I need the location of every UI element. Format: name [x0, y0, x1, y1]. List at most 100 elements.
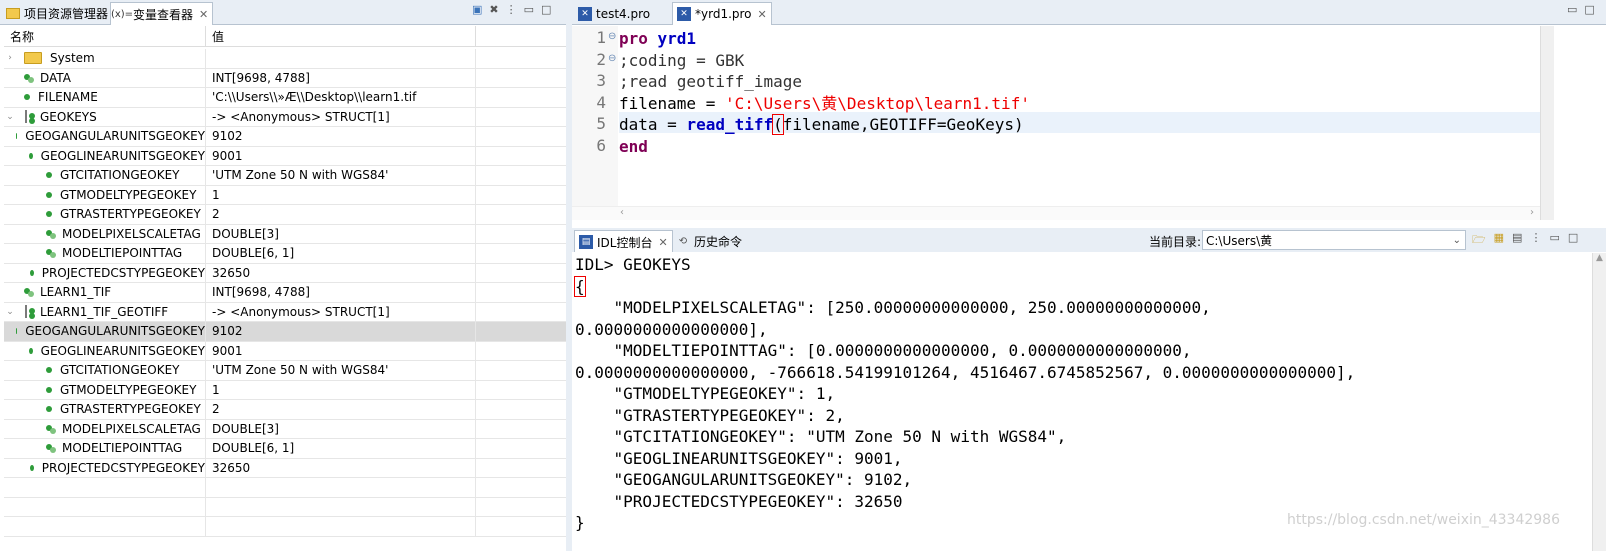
console-text: "GEOGLINEARUNITSGEOKEY": 9001,: [575, 448, 903, 468]
table-row[interactable]: GTMODELTYPEGEOKEY 1: [4, 380, 566, 400]
scroll-right-icon[interactable]: ›: [1530, 207, 1534, 218]
expand-toggle-icon[interactable]: ›: [4, 53, 16, 63]
array-icon: [24, 287, 36, 298]
code-line[interactable]: pro yrd1: [619, 28, 696, 49]
cwd-label: 当前目录:: [1149, 235, 1202, 249]
close-icon[interactable]: ✕: [199, 8, 208, 21]
variable-value: DOUBLE[3]: [206, 224, 476, 243]
code-token: end: [619, 136, 648, 156]
table-row[interactable]: GTMODELTYPEGEOKEY 1: [4, 185, 566, 205]
maximize-icon[interactable]: □: [1584, 3, 1594, 16]
table-row[interactable]: GTCITATIONGEOKEY 'UTM Zone 50 N with WGS8…: [4, 361, 566, 381]
array-icon: [24, 73, 36, 83]
collapse-all-icon[interactable]: ▣: [472, 3, 482, 16]
code-line[interactable]: data = read_tiff(filename,GEOTIFF=GeoKey…: [619, 114, 1024, 135]
console-vertical-scrollbar[interactable]: ▲: [1592, 253, 1606, 551]
table-row[interactable]: ⌄ GEOKEYS -> <Anonymous> STRUCT[1]: [4, 107, 566, 127]
table-row[interactable]: GTRASTERTYPEGEOKEY 2: [4, 205, 566, 225]
variable-name: LEARN1_TIF: [40, 285, 112, 300]
save-log-icon[interactable]: ▦: [1494, 231, 1504, 250]
code-line[interactable]: ;read geotiff_image: [619, 71, 802, 92]
variable-name-cell: LEARN1_TIF: [4, 283, 206, 302]
minimize-icon[interactable]: ▭: [1549, 231, 1559, 250]
idl-file-icon: ✕: [677, 7, 691, 21]
tab-variable-viewer[interactable]: (x)= 变量查看器 ✕: [110, 2, 214, 25]
variable-name-cell: GEOGLINEARUNITSGEOKEY: [4, 146, 206, 165]
line-number: 4: [596, 92, 606, 112]
editor-tab-bar: ✕ test4.pro ✕ *yrd1.pro ✕ ▭ □: [572, 0, 1606, 25]
scalar-icon: [30, 464, 34, 471]
fold-marker-icon[interactable]: ⊖: [608, 53, 616, 64]
table-row[interactable]: DATA INT[9698, 4788]: [4, 68, 566, 88]
code-line[interactable]: filename = 'C:\Users\黄\Desktop\learn1.ti…: [619, 93, 1030, 114]
table-row[interactable]: ⌄ LEARN1_TIF_GEOTIFF -> <Anonymous> STRUCT…: [4, 302, 566, 322]
code-line[interactable]: end: [619, 136, 648, 157]
column-header-value[interactable]: 值: [206, 26, 476, 46]
variable-value: 1: [206, 185, 476, 204]
variable-name: GEOGLINEARUNITSGEOKEY: [40, 343, 205, 358]
code-line[interactable]: ;coding = GBK: [619, 50, 744, 71]
console-line: "GEOGLINEARUNITSGEOKEY": 9001,: [575, 448, 903, 470]
table-row[interactable]: GEOGLINEARUNITSGEOKEY 9001: [4, 341, 566, 361]
table-row[interactable]: GEOGLINEARUNITSGEOKEY 9001: [4, 146, 566, 166]
scroll-up-icon[interactable]: ▲: [1596, 253, 1603, 263]
table-row[interactable]: MODELPIXELSCALETAG DOUBLE[3]: [4, 419, 566, 439]
horizontal-scrollbar[interactable]: ‹ ›: [572, 206, 1540, 220]
tab-test4-pro[interactable]: ✕ test4.pro: [574, 2, 654, 25]
column-header-name[interactable]: 名称: [4, 26, 206, 46]
tab-idl-console[interactable]: ▤ IDL控制台 ✕: [574, 230, 673, 253]
table-row[interactable]: FILENAME 'C:\\Users\\»Æ\\Desktop\\learn1.…: [4, 88, 566, 108]
view-menu-icon[interactable]: ⋮: [1530, 231, 1541, 250]
expand-toggle-icon[interactable]: ⌄: [4, 307, 16, 317]
table-row[interactable]: GTCITATIONGEOKEY 'UTM Zone 50 N with WGS8…: [4, 166, 566, 186]
close-icon[interactable]: ✕: [658, 236, 667, 249]
struct-icon: [24, 304, 36, 319]
table-row[interactable]: PROJECTEDCSTYPEGEOKEY 32650: [4, 458, 566, 478]
variable-value: 1: [206, 380, 476, 399]
scroll-left-icon[interactable]: ‹: [620, 207, 624, 218]
console-text: "MODELPIXELSCALETAG": [250.0000000000000…: [575, 298, 1211, 317]
console-text: }: [575, 513, 585, 532]
table-row[interactable]: PROJECTEDCSTYPEGEOKEY 32650: [4, 263, 566, 283]
expand-toggle-icon[interactable]: ⌄: [4, 112, 16, 122]
table-row[interactable]: GEOGANGULARUNITSGEOKEY 9102: [4, 127, 566, 147]
open-folder-icon[interactable]: 🗁: [1472, 231, 1486, 250]
console-text: "GTMODELTYPEGEOKEY": 1,: [575, 384, 836, 403]
cwd-select[interactable]: C:\Users\黄 ⌄: [1202, 230, 1466, 250]
minimize-icon[interactable]: ▭: [1567, 3, 1577, 16]
minimize-icon[interactable]: ▭: [524, 3, 534, 16]
fold-marker-icon[interactable]: ⊖: [608, 31, 616, 42]
table-row[interactable]: › System: [4, 49, 566, 69]
editor-vertical-scrollbar[interactable]: [1540, 26, 1554, 220]
variable-name-cell: › System: [4, 49, 206, 68]
clear-console-icon[interactable]: ▤: [1512, 231, 1522, 250]
variable-name-cell: GTMODELTYPEGEOKEY: [4, 185, 206, 204]
tab-yrd1-pro[interactable]: ✕ *yrd1.pro ✕: [672, 2, 772, 25]
variable-value: 32650: [206, 263, 476, 282]
variable-name-cell: PROJECTEDCSTYPEGEOKEY: [4, 263, 206, 282]
tab-history[interactable]: ⟲ 历史命令: [672, 230, 746, 253]
table-row[interactable]: MODELTIEPOINTTAG DOUBLE[6, 1]: [4, 439, 566, 459]
variable-name: MODELPIXELSCALETAG: [62, 226, 201, 241]
table-row[interactable]: GEOGANGULARUNITSGEOKEY 9102: [4, 322, 566, 342]
view-menu-icon[interactable]: ⋮: [506, 3, 517, 16]
chevron-down-icon[interactable]: ⌄: [1453, 235, 1461, 246]
remove-icon[interactable]: ✖: [489, 3, 498, 16]
console-icon: ▤: [579, 235, 593, 249]
table-row[interactable]: MODELPIXELSCALETAG DOUBLE[3]: [4, 224, 566, 244]
variable-value: 2: [206, 400, 476, 419]
console-text: "GTRASTERTYPEGEOKEY": 2,: [575, 405, 845, 425]
maximize-icon[interactable]: □: [541, 3, 551, 16]
variable-value: 9001: [206, 146, 476, 165]
tab-label: 历史命令: [694, 235, 743, 249]
table-row[interactable]: MODELTIEPOINTTAG DOUBLE[6, 1]: [4, 244, 566, 264]
table-row[interactable]: LEARN1_TIF INT[9698, 4788]: [4, 283, 566, 303]
maximize-icon[interactable]: □: [1568, 231, 1578, 250]
table-row[interactable]: GTRASTERTYPEGEOKEY 2: [4, 400, 566, 420]
tab-project-explorer[interactable]: 项目资源管理器: [2, 2, 112, 25]
variable-name-cell: ⌄ GEOKEYS: [4, 107, 206, 126]
variable-value: 2: [206, 205, 476, 224]
variable-name: LEARN1_TIF_GEOTIFF: [40, 304, 169, 319]
close-icon[interactable]: ✕: [758, 8, 767, 21]
variable-value: 'UTM Zone 50 N with WGS84': [206, 166, 476, 185]
